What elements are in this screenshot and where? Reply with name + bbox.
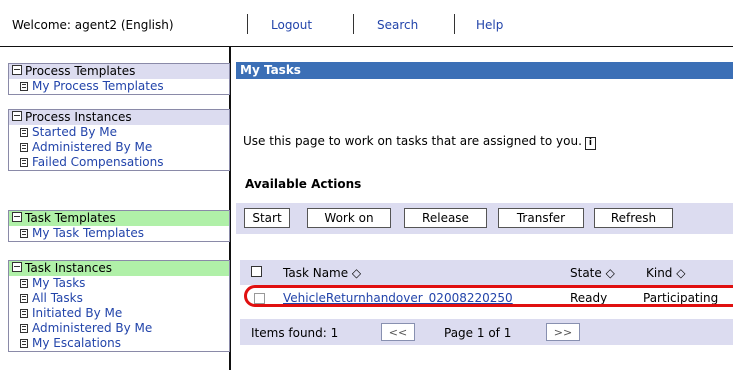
logout-link[interactable]: Logout xyxy=(271,18,312,32)
collapse-icon[interactable] xyxy=(12,65,22,75)
refresh-button[interactable]: Refresh xyxy=(594,208,673,228)
nav-group-process-templates: Process Templates My Process Templates xyxy=(8,63,230,95)
next-page-button[interactable]: >> xyxy=(546,323,580,341)
nav-item-my-tasks[interactable]: My Tasks xyxy=(9,276,229,291)
nav-group-title: Process Instances xyxy=(25,110,132,124)
separator xyxy=(247,14,248,34)
highlight-annotation xyxy=(244,285,733,307)
document-icon xyxy=(20,82,28,91)
document-icon xyxy=(20,339,28,348)
nav-group-process-instances: Process Instances Started By Me Administ… xyxy=(8,109,230,171)
document-icon xyxy=(20,229,28,238)
select-all-checkbox[interactable] xyxy=(251,266,262,277)
nav-item-my-process-templates[interactable]: My Process Templates xyxy=(9,79,229,94)
nav-group-task-instances: Task Instances My Tasks All Tasks Initia… xyxy=(8,260,230,352)
nav-item-failed-compensations[interactable]: Failed Compensations xyxy=(9,155,229,170)
release-button[interactable]: Release xyxy=(404,208,487,228)
nav-item-my-task-templates[interactable]: My Task Templates xyxy=(9,226,229,241)
nav-item-initiated-by-me[interactable]: Initiated By Me xyxy=(9,306,229,321)
help-link[interactable]: Help xyxy=(476,18,503,32)
nav-group-title: Task Instances xyxy=(25,261,113,275)
nav-group-task-templates: Task Templates My Task Templates xyxy=(8,210,230,242)
document-icon xyxy=(20,309,28,318)
divider xyxy=(0,46,733,47)
document-icon xyxy=(20,294,28,303)
column-header-state[interactable]: State ◇ xyxy=(570,266,615,280)
document-icon xyxy=(20,143,28,152)
nav-item-administered-by-me[interactable]: Administered By Me xyxy=(9,321,229,336)
document-icon xyxy=(20,128,28,137)
page-indicator: Page 1 of 1 xyxy=(444,326,512,340)
separator xyxy=(454,14,455,34)
collapse-icon[interactable] xyxy=(12,111,22,121)
document-icon xyxy=(20,279,28,288)
items-found-text: Items found: 1 xyxy=(251,326,339,340)
separator xyxy=(353,14,354,34)
document-icon xyxy=(20,324,28,333)
welcome-text: Welcome: agent2 (English) xyxy=(12,18,174,32)
document-icon xyxy=(20,158,28,167)
nav-group-header[interactable]: Task Instances xyxy=(9,261,229,276)
previous-page-button[interactable]: << xyxy=(381,323,415,341)
info-icon[interactable]: i xyxy=(584,137,596,150)
nav-item-started-by-me[interactable]: Started By Me xyxy=(9,125,229,140)
nav-group-header[interactable]: Process Templates xyxy=(9,64,229,79)
column-header-kind[interactable]: Kind ◇ xyxy=(646,266,685,280)
page-title: My Tasks xyxy=(236,62,733,79)
nav-group-title: Process Templates xyxy=(25,64,136,78)
available-actions-heading: Available Actions xyxy=(245,177,362,191)
column-header-task-name[interactable]: Task Name ◇ xyxy=(283,266,361,280)
nav-group-header[interactable]: Process Instances xyxy=(9,110,229,125)
nav-item-my-escalations[interactable]: My Escalations xyxy=(9,336,229,351)
page-description: Use this page to work on tasks that are … xyxy=(243,134,596,150)
transfer-button[interactable]: Transfer xyxy=(498,208,584,228)
nav-group-title: Task Templates xyxy=(25,211,116,225)
search-link[interactable]: Search xyxy=(377,18,418,32)
start-button[interactable]: Start xyxy=(244,208,290,228)
top-navigation-bar: Welcome: agent2 (English) Logout Search … xyxy=(0,0,733,46)
nav-item-administered-by-me[interactable]: Administered By Me xyxy=(9,140,229,155)
collapse-icon[interactable] xyxy=(12,212,22,222)
nav-group-header[interactable]: Task Templates xyxy=(9,211,229,226)
collapse-icon[interactable] xyxy=(12,262,22,272)
nav-item-all-tasks[interactable]: All Tasks xyxy=(9,291,229,306)
work-on-button[interactable]: Work on xyxy=(307,208,391,228)
